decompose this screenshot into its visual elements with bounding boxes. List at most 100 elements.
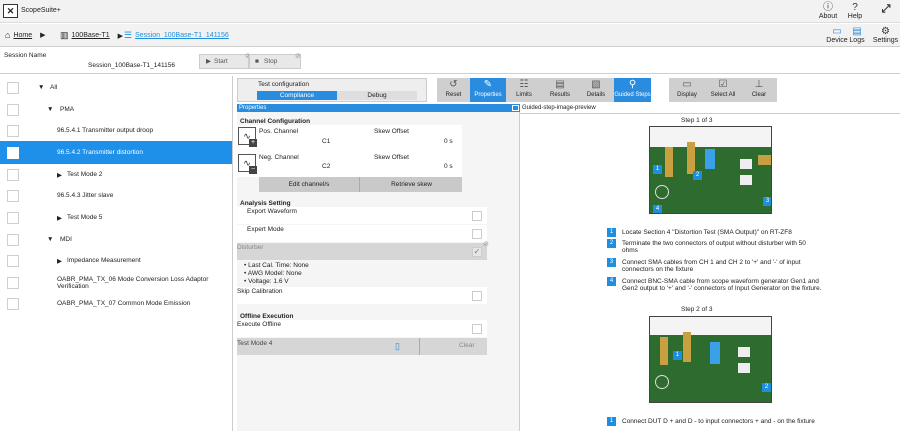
chevron-right-icon: ▶ xyxy=(40,32,46,39)
file-icon[interactable]: ▯ xyxy=(395,341,400,352)
properties-icon: ✎ xyxy=(483,79,493,90)
tree-checkbox[interactable] xyxy=(7,233,19,246)
tree-item-test-mode-2[interactable]: ▶ Test Mode 2 xyxy=(0,163,232,186)
tree-checkbox[interactable] xyxy=(7,124,19,137)
cable-icon xyxy=(710,342,720,364)
reset-button[interactable]: ↺ Reset xyxy=(437,78,470,102)
tree-item-tx06[interactable]: OABR_PMA_TX_06 Mode Conversion Loss Adap… xyxy=(0,271,232,294)
properties-header: Properties xyxy=(237,104,520,112)
step-number-badge: 1 xyxy=(607,417,616,426)
fullscreen-button[interactable]: ⤢ xyxy=(876,4,896,15)
tree-item-mdi[interactable]: ▼ MDI xyxy=(0,228,232,251)
tree-item-impedance[interactable]: ▶ Impedance Measurement xyxy=(0,249,232,272)
triangle-down-icon: ▼ xyxy=(47,236,54,243)
skip-calibration-checkbox[interactable] xyxy=(472,291,482,301)
pos-channel-value[interactable]: C1 xyxy=(322,138,330,145)
tree-checkbox[interactable] xyxy=(7,168,19,181)
tree-checkbox[interactable] xyxy=(7,276,19,289)
help-button[interactable]: ? Help xyxy=(843,2,867,20)
details-button[interactable]: ▧ Details xyxy=(578,78,614,102)
plus-icon: + xyxy=(249,139,257,147)
preview-header: Guided-step-image-preview xyxy=(522,105,596,111)
display-icon: ▭ xyxy=(682,79,692,90)
properties-label: Properties xyxy=(474,92,502,98)
clear-button[interactable]: ⊥ Clear xyxy=(741,78,777,102)
compliance-tab[interactable]: Compliance xyxy=(257,91,337,100)
properties-button[interactable]: ✎ Properties xyxy=(470,78,506,102)
stop-circle-icon: ⊘ xyxy=(295,53,301,60)
tree-item-pma[interactable]: ▼ PMA xyxy=(0,98,232,121)
step-2-title: Step 2 of 3 xyxy=(681,306,713,313)
tree-checkbox[interactable] xyxy=(7,81,19,94)
offline-execution-heading: Offline Execution xyxy=(240,313,294,320)
neg-channel-value[interactable]: C2 xyxy=(322,163,330,170)
test-mode-clear-button[interactable]: Clear xyxy=(459,342,475,349)
details-icon: ▧ xyxy=(591,79,601,90)
debug-label: Debug xyxy=(367,92,387,99)
toolbar: Test configuration Compliance Debug ↺ Re… xyxy=(237,76,900,102)
select-all-button[interactable]: ☑ Select All xyxy=(705,78,741,102)
breadcrumb-session[interactable]: ☰ Session_100Base-T1_141156 xyxy=(124,30,229,41)
debug-tab[interactable]: Debug xyxy=(337,91,417,100)
results-button[interactable]: ▤ Results xyxy=(542,78,578,102)
ground-symbol-icon xyxy=(655,375,669,389)
disturber-checkbox[interactable]: ✓ xyxy=(472,247,482,257)
tree-item-tx07[interactable]: OABR_PMA_TX_07 Common Mode Emission xyxy=(0,292,232,315)
expert-mode-checkbox[interactable] xyxy=(472,229,482,239)
stop-icon: ■ xyxy=(255,58,259,65)
edit-channels-label: Edit channel/s xyxy=(288,181,330,188)
breadcrumb-test[interactable]: ▥ 100Base-T1 ▶ xyxy=(60,30,123,41)
pos-skew-value[interactable]: 0 s xyxy=(444,138,453,145)
breadcrumb-home[interactable]: ⌂ Home ▶ xyxy=(5,30,46,40)
tree-item-all[interactable]: ▼ All xyxy=(0,76,232,99)
logs-button[interactable]: ▤ Logs xyxy=(845,26,869,44)
tree-label: 96.5.4.2 Transmitter distortion xyxy=(57,149,143,156)
tree-checkbox[interactable] xyxy=(7,189,19,202)
stop-button[interactable]: ■ Stop ⊘ xyxy=(249,53,301,69)
tree-item-distortion[interactable]: 96.5.4.2 Transmitter distortion xyxy=(0,141,232,164)
analysis-setting-heading: Analysis Setting xyxy=(240,200,291,207)
guided-steps-label: Guided Steps xyxy=(614,92,651,98)
list-icon: ☰ xyxy=(124,30,133,40)
details-label: Details xyxy=(586,92,606,98)
tree-checkbox[interactable] xyxy=(7,146,19,159)
tree-item-droop[interactable]: 96.5.4.1 Transmitter output droop xyxy=(0,119,232,142)
tree-checkbox[interactable] xyxy=(7,103,19,116)
component-icon xyxy=(740,175,752,185)
retrieve-skew-button[interactable]: Retrieve skew xyxy=(361,177,462,192)
pos-skew-label: Skew Offset xyxy=(374,128,409,135)
tree-checkbox[interactable] xyxy=(7,254,19,267)
test-configuration: Test configuration Compliance Debug xyxy=(237,78,427,102)
select-all-label: Select All xyxy=(710,92,736,98)
tree-checkbox[interactable] xyxy=(7,297,19,310)
neg-skew-value[interactable]: 0 s xyxy=(444,163,453,170)
image-background xyxy=(650,317,771,335)
session-name-label: Session Name xyxy=(4,52,47,59)
pos-channel-label: Pos. Channel xyxy=(259,128,299,135)
about-button[interactable]: ⓘ About xyxy=(816,2,840,20)
play-icon: ▶ xyxy=(206,58,211,65)
limits-button[interactable]: ☷ Limits xyxy=(506,78,542,102)
export-waveform-row: Export Waveform xyxy=(237,207,487,224)
sma-connector-icon xyxy=(665,147,673,177)
settings-button[interactable]: ⚙ Settings xyxy=(872,26,899,44)
tree-item-test-mode-5[interactable]: ▶ Test Mode 5 xyxy=(0,206,232,229)
marker-badge: 3 xyxy=(763,197,771,206)
sma-connector-icon xyxy=(758,155,771,165)
stop-label: Stop xyxy=(264,58,278,65)
neg-channel-label: Neg. Channel xyxy=(259,154,299,161)
component-icon xyxy=(738,363,750,373)
export-waveform-checkbox[interactable] xyxy=(472,211,482,221)
start-button[interactable]: ▶ Start ⊘ xyxy=(199,53,251,69)
limits-label: Limits xyxy=(516,92,532,98)
display-button[interactable]: ▭ Display xyxy=(669,78,705,102)
tree-checkbox[interactable] xyxy=(7,211,19,224)
minimize-icon[interactable] xyxy=(512,105,519,111)
tree-item-jitter[interactable]: 96.5.4.3 Jitter slave xyxy=(0,184,232,207)
tree-label: OABR_PMA_TX_07 Common Mode Emission xyxy=(57,300,191,307)
edit-channels-button[interactable]: Edit channel/s xyxy=(259,177,360,192)
execute-offline-checkbox[interactable] xyxy=(472,324,482,334)
start-label: Start xyxy=(214,58,228,65)
session-name-field[interactable]: Session_100Base-T1_141156 xyxy=(88,62,175,69)
guided-steps-button[interactable]: ⚲ Guided Steps xyxy=(614,78,651,102)
